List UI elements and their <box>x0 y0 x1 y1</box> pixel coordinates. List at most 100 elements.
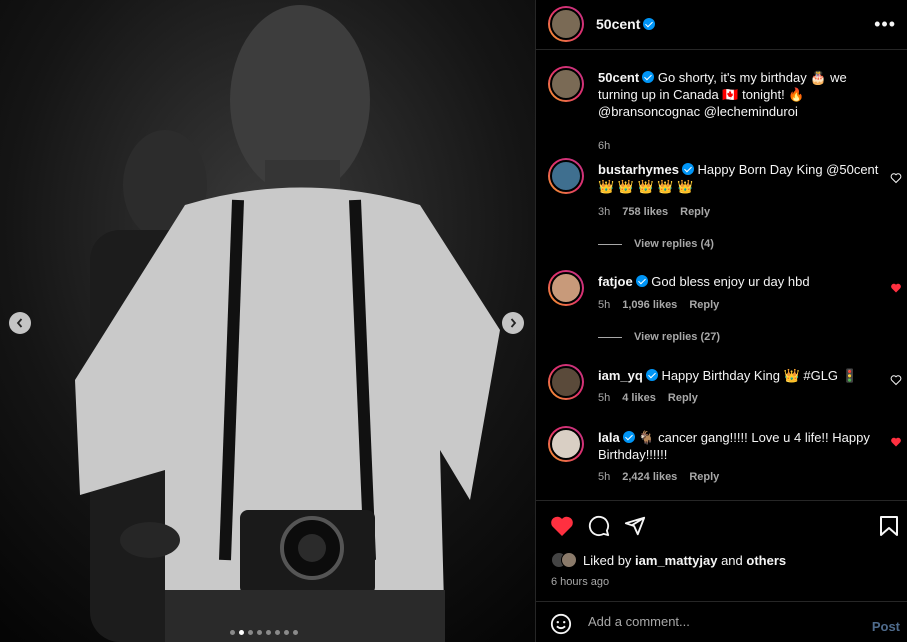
comment-item: bustarhymes Happy Born Day King @50cent … <box>536 158 907 250</box>
next-slide-button[interactable] <box>502 312 524 334</box>
carousel-dot <box>239 630 244 635</box>
caption-line-3[interactable]: @bransoncognac @lecheminduroi <box>598 104 798 119</box>
comment-body: God bless enjoy ur day hbd <box>651 274 810 289</box>
reply-button[interactable]: Reply <box>689 299 719 311</box>
caption: 50cent Go shorty, it's my birthday 🎂 we … <box>536 66 907 152</box>
liked-by-others[interactable]: others <box>746 553 786 568</box>
comment-body-line-2: 👑 👑 👑 👑 👑 <box>598 179 694 194</box>
comment-meta: 3h 758 likes Reply <box>598 206 710 218</box>
verified-icon <box>681 163 694 175</box>
author-avatar[interactable] <box>548 6 584 42</box>
verified-icon <box>622 431 635 443</box>
comment-time: 5h <box>598 392 611 404</box>
caption-line-2: turning up in Canada 🇨🇦 tonight! 🔥 <box>598 87 805 102</box>
previous-slide-button[interactable] <box>9 312 31 334</box>
comment-input[interactable] <box>588 614 848 629</box>
chevron-left-icon <box>16 318 23 328</box>
share-icon[interactable] <box>624 515 646 537</box>
comment-likes[interactable]: 758 likes <box>622 206 668 218</box>
post-header: 50cent ••• <box>536 0 907 50</box>
reply-button[interactable]: Reply <box>680 206 710 218</box>
more-options-icon[interactable]: ••• <box>874 14 896 35</box>
comment-avatar[interactable] <box>548 270 584 306</box>
comment-avatar[interactable] <box>548 364 584 400</box>
liker-avatar <box>561 552 577 568</box>
author-name-wrap: 50cent <box>596 16 656 34</box>
view-replies-button[interactable]: View replies (4) <box>598 238 714 250</box>
carousel-dot <box>257 630 262 635</box>
carousel-dot <box>266 630 271 635</box>
likes-summary: Liked by iam_mattyjay and others <box>551 552 786 568</box>
comment-item: iam_yq Happy Birthday King 👑 #GLG 🚦 5h 4… <box>536 364 907 414</box>
view-replies-label: View replies (27) <box>634 331 721 343</box>
view-replies-label: View replies (4) <box>634 238 714 250</box>
comment-meta: 5h 1,096 likes Reply <box>598 299 719 311</box>
comment-body-line-2: Birthday!!!!!! <box>598 447 668 462</box>
carousel-dot <box>293 630 298 635</box>
post-photo <box>0 0 535 642</box>
comment-body: Happy Born Day King @50cent <box>697 162 879 177</box>
like-heart-icon[interactable] <box>550 515 574 537</box>
verified-icon <box>642 71 655 83</box>
replies-line <box>598 243 622 245</box>
comment-likes[interactable]: 1,096 likes <box>622 299 677 311</box>
chevron-right-icon <box>510 318 517 328</box>
caption-text: 50cent Go shorty, it's my birthday 🎂 we … <box>598 69 883 120</box>
liked-heart-icon[interactable] <box>890 282 902 294</box>
comment-body: 🐐 cancer gang!!!!! Love u 4 life!! Happy <box>638 430 870 445</box>
add-comment-bar: Post <box>536 601 907 642</box>
caption-username[interactable]: 50cent <box>598 70 639 85</box>
comment-text: iam_yq Happy Birthday King 👑 #GLG 🚦 <box>598 367 883 384</box>
comment-text: lala 🐐 cancer gang!!!!! Love u 4 life!! … <box>598 429 883 463</box>
post-comment-button[interactable]: Post <box>872 619 900 634</box>
like-comment-heart-icon[interactable] <box>890 374 902 386</box>
verified-icon <box>635 275 648 287</box>
verified-icon <box>643 18 656 30</box>
liked-by-and: and <box>721 552 743 568</box>
comment-item: lala 🐐 cancer gang!!!!! Love u 4 life!! … <box>536 426 907 496</box>
comment-item: fatjoe God bless enjoy ur day hbd 5h 1,0… <box>536 270 907 350</box>
comment-username[interactable]: lala <box>598 430 620 445</box>
liked-heart-icon[interactable] <box>890 436 902 448</box>
comment-username[interactable]: bustarhymes <box>598 162 679 177</box>
comment-likes[interactable]: 4 likes <box>622 392 656 404</box>
author-username[interactable]: 50cent <box>596 16 640 32</box>
comment-text: fatjoe God bless enjoy ur day hbd <box>598 273 883 290</box>
reply-button[interactable]: Reply <box>668 392 698 404</box>
carousel-dot <box>248 630 253 635</box>
replies-line <box>598 336 622 338</box>
bookmark-icon[interactable] <box>879 515 899 537</box>
comments-list: 50cent Go shorty, it's my birthday 🎂 we … <box>536 52 907 500</box>
comment-avatar[interactable] <box>548 426 584 462</box>
reply-button[interactable]: Reply <box>689 471 719 483</box>
caption-line-1: Go shorty, it's my birthday 🎂 we <box>657 70 847 85</box>
post-actions: Liked by iam_mattyjay and others 6 hours… <box>536 500 907 600</box>
liked-by-user[interactable]: iam_mattyjay <box>635 553 717 568</box>
comment-text: bustarhymes Happy Born Day King @50cent … <box>598 161 883 195</box>
carousel-dot <box>230 630 235 635</box>
post-media[interactable] <box>0 0 535 642</box>
emoji-icon[interactable] <box>550 613 572 635</box>
like-comment-heart-icon[interactable] <box>890 172 902 184</box>
carousel-dots <box>230 630 298 635</box>
liked-by-prefix: Liked by <box>583 552 632 568</box>
caption-meta: 6h <box>598 140 610 152</box>
view-replies-button[interactable]: View replies (27) <box>598 331 720 343</box>
caption-time: 6h <box>598 140 611 152</box>
carousel-dot <box>284 630 289 635</box>
comment-time: 3h <box>598 206 611 218</box>
comment-meta: 5h 4 likes Reply <box>598 392 698 404</box>
comment-username[interactable]: iam_yq <box>598 368 643 383</box>
comment-avatar[interactable] <box>548 158 584 194</box>
comment-time: 5h <box>598 471 611 483</box>
comment-icon[interactable] <box>588 515 610 537</box>
comment-time: 5h <box>598 299 611 311</box>
post-time: 6 hours ago <box>551 576 610 588</box>
comment-likes[interactable]: 2,424 likes <box>622 471 677 483</box>
comment-meta: 5h 2,424 likes Reply <box>598 471 719 483</box>
caption-avatar[interactable] <box>548 66 584 102</box>
comment-body: Happy Birthday King 👑 #GLG 🚦 <box>661 368 858 383</box>
carousel-dot <box>275 630 280 635</box>
verified-icon <box>645 369 658 381</box>
comment-username[interactable]: fatjoe <box>598 274 633 289</box>
